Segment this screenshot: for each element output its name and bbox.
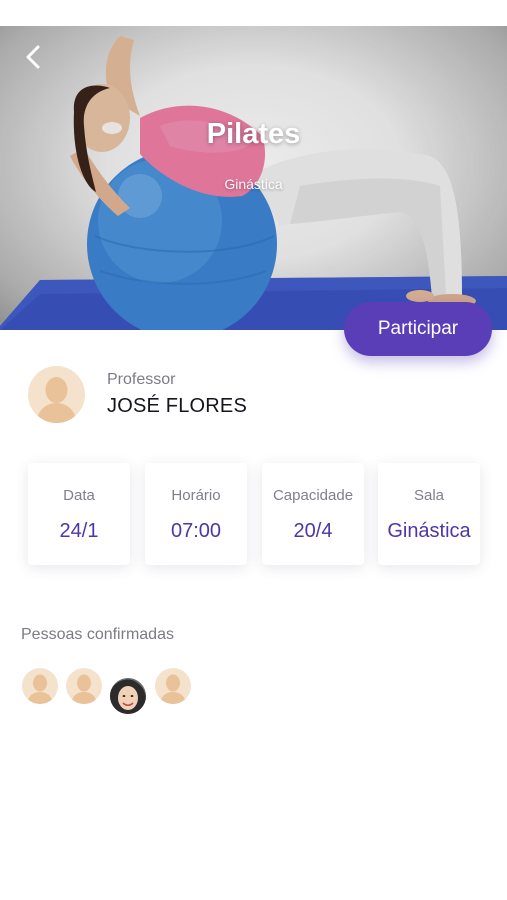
date-card: Data 24/1 bbox=[28, 463, 130, 565]
date-value: 24/1 bbox=[59, 520, 99, 542]
capacity-card: Capacidade 20/4 bbox=[262, 463, 364, 565]
confirmed-title: Pessoas confirmadas bbox=[21, 626, 174, 643]
default-avatar-icon bbox=[22, 668, 58, 704]
professor-avatar bbox=[28, 365, 85, 423]
confirmed-person-avatar[interactable] bbox=[155, 668, 191, 704]
professor-label: Professor bbox=[107, 370, 176, 388]
time-card: Horário 07:00 bbox=[145, 463, 247, 565]
confirmed-person-avatar[interactable] bbox=[22, 668, 58, 704]
back-button[interactable] bbox=[18, 44, 48, 74]
info-cards: Data 24/1 Horário 07:00 Capacidade 20/4 … bbox=[28, 463, 480, 565]
class-category: Ginástica bbox=[224, 176, 283, 192]
date-label: Data bbox=[63, 487, 95, 504]
room-value: Ginástica bbox=[387, 520, 471, 542]
room-card: Sala Ginástica bbox=[378, 463, 480, 565]
capacity-value: 20/4 bbox=[293, 520, 333, 542]
chevron-left-icon bbox=[25, 45, 41, 74]
time-label: Horário bbox=[171, 487, 221, 504]
confirmed-person-photo[interactable] bbox=[110, 678, 146, 714]
class-title: Pilates bbox=[206, 118, 301, 150]
confirmed-person-avatar[interactable] bbox=[66, 668, 102, 704]
room-label: Sala bbox=[413, 487, 445, 504]
time-value: 07:00 bbox=[170, 520, 222, 542]
default-avatar-icon bbox=[155, 668, 191, 704]
photo-avatar bbox=[110, 678, 146, 714]
default-avatar-icon bbox=[66, 668, 102, 704]
default-avatar-icon bbox=[28, 365, 85, 423]
capacity-label: Capacidade bbox=[272, 487, 354, 504]
professor-section: Professor JOSÉ FLORES bbox=[28, 365, 248, 423]
join-button[interactable]: Participar bbox=[344, 302, 492, 356]
professor-name: JOSÉ FLORES bbox=[107, 394, 248, 417]
